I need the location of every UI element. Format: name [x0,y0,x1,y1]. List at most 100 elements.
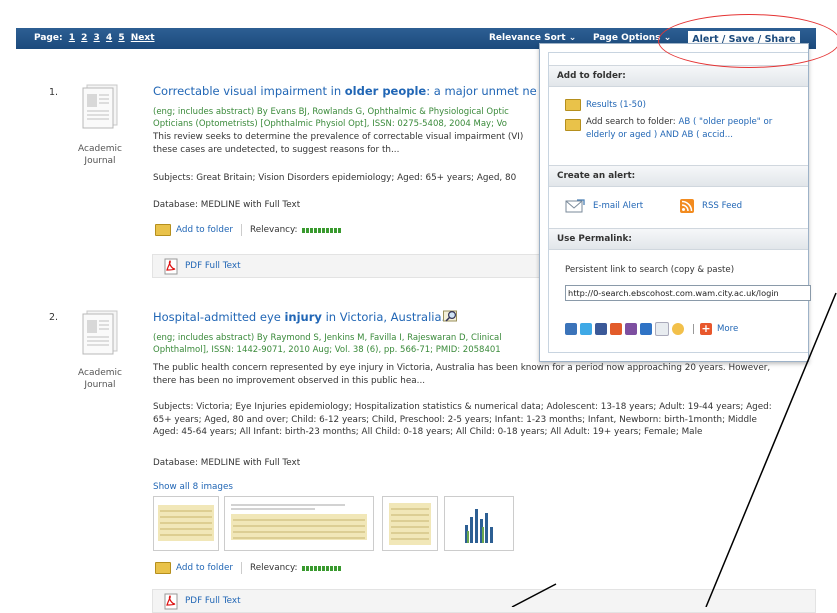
pagination: Page: 1 2 3 4 5 Next [34,33,155,43]
folder-icon [565,99,581,111]
page-link-1[interactable]: 1 [69,33,75,43]
add-to-folder-link[interactable]: Add to folder [176,563,233,573]
more-plus-icon[interactable]: + [700,323,712,335]
email-alert-link[interactable]: E-mail Alert [593,201,643,211]
result-abstract: This review seeks to determine the preva… [153,131,540,156]
chevron-down-icon: ⌄ [568,33,577,43]
panel-inner: Add to folder: Results (1-50) Add search… [548,52,811,353]
doc-type-label: Academic Journal [68,367,132,391]
relevancy-bar [301,565,341,571]
result-meta: (eng; includes abstract) By Evans BJ, Ro… [153,106,540,130]
meta-line: (eng; includes abstract) By Raymond S, J… [153,333,502,343]
email-icon [565,199,585,213]
folder-icon [155,224,171,236]
meta-line: Ophthalmol], ISSN: 1442-9071, 2010 Aug; … [153,345,501,355]
doc-type-line: Academic [78,368,122,378]
page-label: Page: [34,33,63,43]
cookie-icon[interactable] [672,323,684,335]
rss-icon [680,199,694,213]
next-page-link[interactable]: Next [131,33,155,43]
result-number: 2. [49,312,59,323]
magnifier-preview-icon[interactable] [443,309,459,323]
academic-journal-icon [82,84,118,129]
add-search-label: Add search to folder: [586,117,679,127]
doc-type-line: Academic [78,144,122,154]
title-highlight: injury [284,310,322,324]
image-thumbnail[interactable] [444,496,514,551]
result-title-link[interactable]: Hospital-admitted eye injury in Victoria… [153,310,445,324]
permalink-label: Persistent link to search (copy & paste) [565,265,735,275]
relevance-sort-label: Relevance Sort [489,33,566,43]
rss-feed-row[interactable]: RSS Feed [680,199,742,213]
page-link-2[interactable]: 2 [81,33,87,43]
share-icons-row: + More [565,322,738,336]
result-actions: Add to folder Relevancy: [155,562,341,574]
relevance-sort-button[interactable]: Relevance Sort ⌄ [489,33,576,43]
meta-line: (eng; includes abstract) By Evans BJ, Ro… [153,107,509,117]
facebook-icon[interactable] [595,323,607,335]
result-database: Database: MEDLINE with Full Text [153,458,301,468]
doc-type-label: Academic Journal [68,143,132,167]
add-search-link[interactable]: AB ( "older people" or [678,117,772,127]
title-text: Hospital-admitted eye [153,310,285,324]
abstract-line: there has been no improvement observed i… [153,375,426,386]
title-text: Correctable visual impairment in [153,84,345,98]
permalink-input[interactable] [565,285,811,301]
search-folder-row: Add search to folder: AB ( "older people… [565,116,801,141]
add-results-to-folder-link[interactable]: Results (1-50) [586,100,646,110]
delicious-icon[interactable] [565,323,577,335]
pdf-full-text-link[interactable]: PDF Full Text [185,596,241,606]
email-alert-row[interactable]: E-mail Alert [565,199,643,213]
pdf-bar: PDF Full Text [152,254,554,278]
page-link-5[interactable]: 5 [118,33,124,43]
email-share-icon[interactable] [655,322,669,336]
show-all-images-link[interactable]: Show all 8 images [153,482,233,492]
create-alert-header: Create an alert: [549,165,808,187]
add-search-link[interactable]: elderly or aged ) AND AB ( accid... [586,130,733,140]
subjects-line: 65+ years; Aged, 80 and over; Child: 6-1… [153,414,757,425]
divider [241,224,242,236]
hi5-icon[interactable] [640,323,652,335]
add-to-folder-header: Add to folder: [549,65,808,87]
title-text: : a major unmet ne [426,84,537,98]
more-share-link[interactable]: More [717,324,738,334]
abstract-line: This review seeks to determine the preva… [153,132,524,142]
image-thumbnail[interactable] [382,496,438,551]
result-title-link[interactable]: Correctable visual impairment in older p… [153,84,537,98]
permalink-header: Use Permalink: [549,228,808,250]
result-abstract: The public health concern represented by… [153,362,813,387]
folder-icon [565,119,581,131]
relevancy-label: Relevancy: [250,563,298,573]
image-thumbnail[interactable] [224,496,374,551]
page-options-label: Page Options [593,33,661,43]
pdf-full-text-link[interactable]: PDF Full Text [185,261,241,271]
folder-icon [155,562,171,574]
rss-feed-link[interactable]: RSS Feed [702,201,742,211]
result-meta: (eng; includes abstract) By Raymond S, J… [153,332,540,356]
image-thumbnail[interactable] [153,496,219,551]
result-database: Database: MEDLINE with Full Text [153,200,301,210]
add-to-folder-link[interactable]: Add to folder [176,225,233,235]
page-options-button[interactable]: Page Options ⌄ [593,33,671,43]
pdf-icon [164,258,178,274]
pdf-bar: PDF Full Text [152,589,816,613]
chevron-down-icon: ⌄ [663,33,672,43]
divider [241,562,242,574]
page-link-4[interactable]: 4 [106,33,112,43]
page-link-3[interactable]: 3 [94,33,100,43]
abstract-line: these cases are undetected, to suggest r… [153,144,400,155]
alert-save-share-panel: Add to folder: Results (1-50) Add search… [539,43,811,362]
abstract-line: The public health concern represented by… [153,363,771,373]
result-actions: Add to folder Relevancy: [155,224,341,236]
relevancy-label: Relevancy: [250,225,298,235]
academic-journal-icon [82,310,118,355]
twitter-icon[interactable] [580,323,592,335]
results-folder-row: Results (1-50) [565,99,646,111]
doc-type-line: Journal [84,380,116,390]
title-text: in Victoria, Australia. [321,310,446,324]
divider [693,324,694,334]
doc-type-line: Journal [84,156,116,166]
yahoo-icon[interactable] [625,323,637,335]
stumbleupon-icon[interactable] [610,323,622,335]
result-number: 1. [49,87,59,98]
